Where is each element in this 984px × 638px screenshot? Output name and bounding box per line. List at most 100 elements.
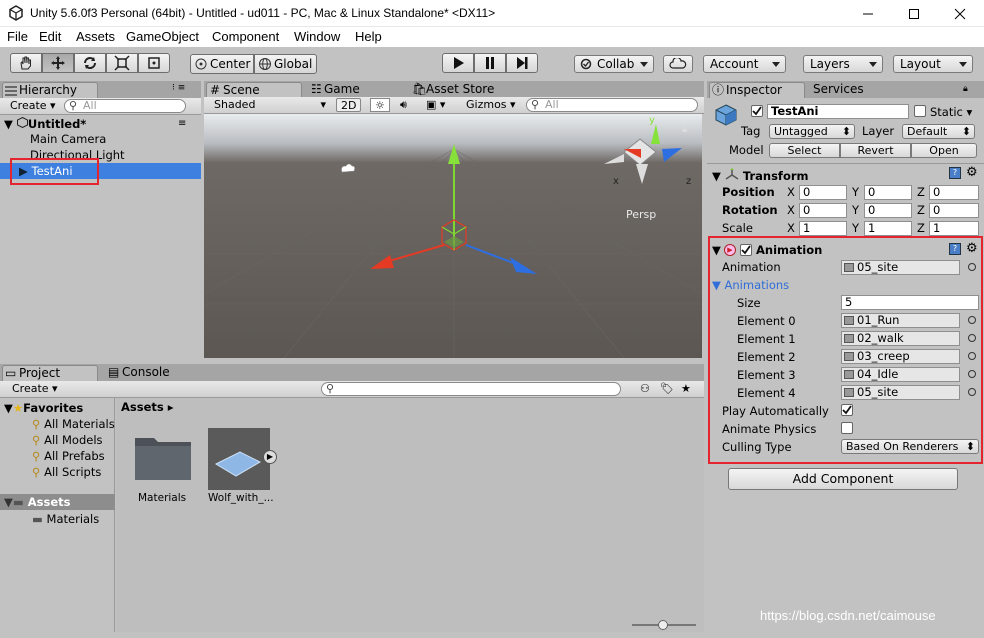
cloud-button[interactable]	[663, 55, 693, 73]
scale-y-field[interactable]: 1	[864, 221, 912, 236]
tab-inspector[interactable]: ⓘ Inspector	[709, 82, 805, 98]
menu-gameobject[interactable]: GameObject	[126, 29, 199, 44]
help-icon[interactable]: ?	[949, 167, 961, 179]
wolf-model-thumbnail[interactable]: ▶	[208, 428, 277, 490]
position-y-field[interactable]: 0	[864, 185, 912, 200]
panel-menu-icon[interactable]: ⁝ ≡	[172, 84, 196, 94]
layer-dropdown[interactable]: Default ⬍	[902, 124, 975, 139]
lock-icon[interactable]: 🔒︎	[682, 124, 694, 136]
position-y-label[interactable]: Y	[852, 185, 859, 199]
expand-prefab-icon[interactable]: ▶	[263, 450, 277, 464]
scale-tool-button[interactable]	[106, 53, 138, 73]
object-name-field[interactable]: TestAni	[767, 104, 909, 119]
scale-x-label[interactable]: X	[787, 221, 795, 235]
menu-edit[interactable]: Edit	[39, 29, 61, 44]
account-dropdown[interactable]: Account	[703, 55, 786, 73]
assets-root-row[interactable]: ▼▬ Assets	[4, 494, 70, 510]
rotate-tool-button[interactable]	[74, 53, 106, 73]
tag-dropdown[interactable]: Untagged ⬍	[769, 124, 855, 139]
scale-z-field[interactable]: 1	[929, 221, 979, 236]
layout-dropdown[interactable]: Layout	[893, 55, 973, 73]
maximize-button[interactable]	[891, 0, 937, 27]
tab-console[interactable]: ▤ Console	[106, 365, 186, 381]
transform-header[interactable]: ▼ Transform	[712, 168, 809, 183]
menu-help[interactable]: Help	[355, 29, 382, 44]
rect-tool-button[interactable]	[138, 53, 170, 73]
collapse-arrow-icon[interactable]: ▼	[712, 169, 721, 183]
active-checkbox[interactable]	[751, 105, 763, 117]
rotation-z-label[interactable]: Z	[917, 203, 925, 217]
favorite-all-models[interactable]: ⚲ All Models	[32, 432, 103, 448]
rotation-y-label[interactable]: Y	[852, 203, 859, 217]
rotation-z-field[interactable]: 0	[929, 203, 979, 218]
close-button[interactable]	[937, 0, 983, 27]
effects-dropdown[interactable]: ▣ ▾	[422, 98, 449, 112]
tab-hierarchy[interactable]: Hierarchy	[2, 82, 98, 98]
scale-x-field[interactable]: 1	[799, 221, 847, 236]
menu-window[interactable]: Window	[294, 29, 340, 44]
favorites-row[interactable]: ▼★Favorites	[4, 400, 83, 416]
collab-dropdown[interactable]: Collab	[574, 55, 654, 73]
tab-services[interactable]: Services	[811, 82, 891, 98]
scene-search-input[interactable]: ⚲ All	[526, 98, 698, 112]
pause-button[interactable]	[474, 53, 506, 73]
tab-scene[interactable]: # Scene	[206, 82, 302, 98]
minimize-button[interactable]	[845, 0, 891, 27]
collapse-arrow-icon[interactable]: ▼	[4, 401, 13, 415]
scene-view[interactable]: y x z Persp 🔒︎	[204, 114, 702, 358]
position-z-field[interactable]: 0	[929, 185, 979, 200]
hierarchy-create-dropdown[interactable]: Create ▾	[6, 99, 60, 113]
position-z-label[interactable]: Z	[917, 185, 925, 199]
move-tool-button[interactable]	[42, 53, 74, 73]
filter-type-button[interactable]: ⚇	[636, 382, 654, 396]
grid-item-wolf[interactable]: Wolf_with_...	[208, 492, 274, 504]
hand-tool-button[interactable]	[10, 53, 42, 73]
scene-menu-icon[interactable]: ≡	[178, 118, 186, 129]
menu-component[interactable]: Component	[212, 29, 279, 44]
tab-project[interactable]: ▭ Project	[2, 365, 98, 381]
pivot-center-button[interactable]: Center	[190, 54, 254, 74]
gizmos-dropdown[interactable]: Gizmos ▾	[462, 98, 520, 112]
hierarchy-item-main-camera[interactable]: Main Camera	[30, 131, 106, 147]
step-button[interactable]	[506, 53, 538, 73]
tab-asset-store[interactable]: 🛍 Asset Store	[410, 82, 510, 98]
rotation-y-field[interactable]: 0	[864, 203, 912, 218]
favorite-all-scripts[interactable]: ⚲ All Scripts	[32, 464, 101, 480]
scene-canvas[interactable]: y x z Persp	[204, 114, 702, 358]
favorite-all-prefabs[interactable]: ⚲ All Prefabs	[32, 448, 105, 464]
favorite-all-materials[interactable]: ⚲ All Materials	[32, 416, 115, 432]
hierarchy-search-input[interactable]: ⚲ All	[64, 99, 186, 113]
menu-file[interactable]: File	[7, 29, 28, 44]
position-x-field[interactable]: 0	[799, 185, 847, 200]
model-select-button[interactable]: Select	[769, 143, 840, 158]
play-button[interactable]	[442, 53, 474, 73]
menu-assets[interactable]: Assets	[76, 29, 115, 44]
layers-dropdown[interactable]: Layers	[803, 55, 883, 73]
add-component-button[interactable]: Add Component	[728, 468, 958, 490]
rotation-x-label[interactable]: X	[787, 203, 795, 217]
static-checkbox[interactable]	[914, 105, 926, 117]
settings-gear-icon[interactable]: ⚙	[966, 165, 978, 180]
scale-z-label[interactable]: Z	[917, 221, 925, 235]
lighting-toggle[interactable]: ☼	[370, 98, 390, 112]
scene-root-row[interactable]: ▼ Untitled*	[4, 116, 86, 132]
model-revert-button[interactable]: Revert	[840, 143, 911, 158]
grid-item-materials[interactable]: Materials	[138, 492, 186, 504]
materials-folder-icon[interactable]	[134, 432, 192, 482]
audio-toggle[interactable]: 🔊︎	[396, 98, 411, 112]
2d-toggle[interactable]: 2D	[336, 98, 362, 112]
static-label[interactable]: Static ▾	[930, 105, 972, 119]
assets-folder-materials[interactable]: ▬ Materials	[32, 511, 99, 527]
rotation-x-field[interactable]: 0	[799, 203, 847, 218]
thumbnail-size-slider[interactable]	[632, 620, 698, 630]
project-create-dropdown[interactable]: Create ▾	[8, 382, 62, 396]
tab-game[interactable]: ☷ Game	[308, 82, 388, 98]
project-search-input[interactable]: ⚲	[321, 382, 621, 396]
space-global-button[interactable]: Global	[254, 54, 317, 74]
inspector-lock-icon[interactable]: 🔒︎	[963, 84, 968, 94]
position-x-label[interactable]: X	[787, 185, 795, 199]
collapse-arrow-icon[interactable]: ▼	[4, 117, 13, 131]
collapse-arrow-icon[interactable]: ▼	[4, 495, 13, 509]
project-breadcrumb[interactable]: Assets ▸	[121, 400, 174, 414]
scale-y-label[interactable]: Y	[852, 221, 859, 235]
